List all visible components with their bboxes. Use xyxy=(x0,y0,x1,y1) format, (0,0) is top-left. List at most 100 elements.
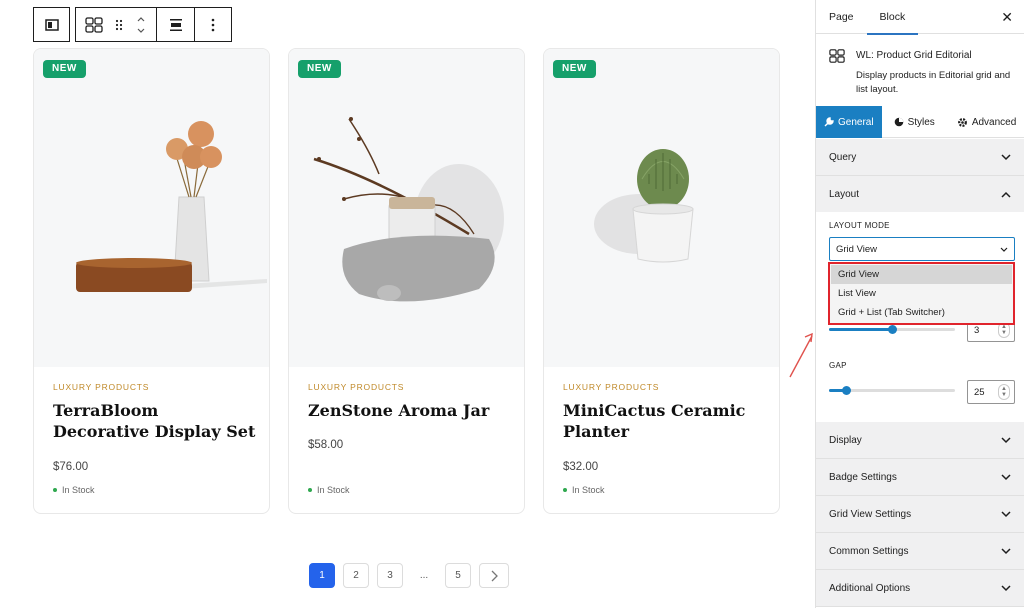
option-grid-view[interactable]: Grid View xyxy=(831,265,1012,284)
product-card[interactable]: NEW LUXURY PRODUCTS TerraBloom Decorativ… xyxy=(33,48,270,514)
panel-badge-settings[interactable]: Badge Settings xyxy=(816,459,1024,496)
stock-dot-icon xyxy=(563,488,567,492)
panel-grid-view-settings[interactable]: Grid View Settings xyxy=(816,496,1024,533)
layout-mode-select[interactable]: Grid View xyxy=(829,237,1015,261)
stock-status: In Stock xyxy=(563,485,605,495)
tab-page[interactable]: Page xyxy=(816,0,867,34)
panel-display[interactable]: Display xyxy=(816,422,1024,459)
page-1-button[interactable]: 1 xyxy=(309,563,335,588)
stock-status: In Stock xyxy=(308,485,350,495)
panel-layout-label: Layout xyxy=(829,188,860,200)
panel-additional-options[interactable]: Additional Options xyxy=(816,570,1024,607)
columns-value: 3 xyxy=(974,324,980,336)
panel-query[interactable]: Query xyxy=(816,139,1024,176)
next-page-button[interactable] xyxy=(479,563,509,588)
annotation-arrow-icon xyxy=(789,332,813,378)
block-grid-icon xyxy=(829,49,845,63)
product-title[interactable]: TerraBloom Decorative Display Set xyxy=(53,400,258,442)
aroma-jar-illustration xyxy=(313,117,504,302)
toolbar-group-block xyxy=(75,7,157,42)
new-badge: NEW xyxy=(298,60,341,78)
panel-tabs: General Styles Advanced xyxy=(816,106,1024,138)
editor-canvas: NEW LUXURY PRODUCTS TerraBloom Decorativ… xyxy=(0,0,813,608)
product-image[interactable]: NEW xyxy=(289,49,524,367)
sidebar-tabs: Page Block ✕ xyxy=(816,0,1024,35)
toolbar-group-align xyxy=(156,7,195,42)
block-toolbar xyxy=(33,7,232,42)
panel-common-label: Common Settings xyxy=(829,545,909,557)
gear-icon xyxy=(957,117,967,127)
panel-layout[interactable]: Layout xyxy=(816,176,1024,213)
stock-dot-icon xyxy=(53,488,57,492)
more-options-icon[interactable] xyxy=(195,8,231,41)
drag-handle-icon[interactable] xyxy=(112,8,126,41)
tab-styles-label: Styles xyxy=(907,116,935,128)
product-title[interactable]: MiniCactus Ceramic Planter xyxy=(563,400,768,442)
pagination: 1 2 3 ... 5 xyxy=(309,563,517,588)
tab-advanced-label: Advanced xyxy=(971,116,1017,128)
tab-styles[interactable]: Styles xyxy=(882,106,943,138)
block-type-icon[interactable] xyxy=(34,8,69,41)
stock-label: In Stock xyxy=(317,485,350,495)
product-image[interactable]: NEW xyxy=(34,49,269,367)
chevron-down-icon xyxy=(1001,436,1011,443)
stock-status: In Stock xyxy=(53,485,95,495)
columns-slider[interactable] xyxy=(829,325,955,334)
product-category[interactable]: LUXURY PRODUCTS xyxy=(308,382,404,392)
chevron-right-icon xyxy=(491,570,498,581)
page-3-button[interactable]: 3 xyxy=(377,563,403,588)
palette-icon xyxy=(894,117,903,127)
align-icon[interactable] xyxy=(157,8,194,41)
grid-layout-icon[interactable] xyxy=(76,8,112,41)
page-2-button[interactable]: 2 xyxy=(343,563,369,588)
close-icon[interactable]: ✕ xyxy=(1001,9,1013,26)
chevron-down-icon xyxy=(1001,510,1011,517)
chevron-down-icon xyxy=(1000,247,1008,252)
display-set-illustration xyxy=(76,121,267,292)
gap-input[interactable]: 25 ▲ ▼ xyxy=(967,380,1015,404)
gap-slider-thumb[interactable] xyxy=(842,386,851,395)
new-badge: NEW xyxy=(553,60,596,78)
product-price: $32.00 xyxy=(563,461,599,473)
page-ellipsis: ... xyxy=(419,570,429,581)
columns-slider-thumb[interactable] xyxy=(888,325,897,334)
product-price: $76.00 xyxy=(53,461,89,473)
panel-additional-label: Additional Options xyxy=(829,582,911,594)
stock-dot-icon xyxy=(308,488,312,492)
stock-label: In Stock xyxy=(62,485,95,495)
product-card[interactable]: NEW LUXURY PRODUCTS MiniCactus Ceramic P… xyxy=(543,48,780,514)
gap-value: 25 xyxy=(974,386,985,398)
gap-slider[interactable] xyxy=(829,386,955,395)
columns-slider-fill xyxy=(829,328,892,331)
product-price: $58.00 xyxy=(308,439,344,451)
product-card[interactable]: NEW LUXURY PRODUCTS ZenStone Aroma Jar $… xyxy=(288,48,525,514)
page-5-button[interactable]: 5 xyxy=(445,563,471,588)
chevron-down-icon xyxy=(1001,153,1011,160)
product-title[interactable]: ZenStone Aroma Jar xyxy=(308,400,513,421)
tab-advanced[interactable]: Advanced xyxy=(943,106,1024,138)
block-description: Display products in Editorial grid and l… xyxy=(856,70,1011,95)
layout-mode-dropdown: Grid View List View Grid + List (Tab Swi… xyxy=(828,262,1015,325)
tab-general[interactable]: General xyxy=(816,106,882,138)
toolbar-group-more xyxy=(194,7,232,42)
panel-display-label: Display xyxy=(829,434,862,446)
product-category[interactable]: LUXURY PRODUCTS xyxy=(53,382,149,392)
gap-stepper-icon[interactable]: ▲ ▼ xyxy=(998,384,1010,400)
panel-query-label: Query xyxy=(829,151,857,163)
product-image[interactable]: NEW xyxy=(544,49,779,367)
stock-label: In Stock xyxy=(572,485,605,495)
cactus-planter-illustration xyxy=(594,149,694,263)
toolbar-group-parent xyxy=(33,7,70,42)
option-list-view[interactable]: List View xyxy=(831,284,1012,303)
tab-general-label: General xyxy=(838,116,874,128)
move-up-down-icon[interactable] xyxy=(126,8,156,41)
panel-common-settings[interactable]: Common Settings xyxy=(816,533,1024,570)
chevron-down-icon xyxy=(1001,473,1011,480)
option-grid-list-tab-switcher[interactable]: Grid + List (Tab Switcher) xyxy=(831,303,1012,322)
layout-mode-value: Grid View xyxy=(836,243,878,255)
wrench-icon xyxy=(824,117,834,127)
gap-label: GAP xyxy=(829,361,847,370)
tab-block[interactable]: Block xyxy=(866,0,919,35)
product-category[interactable]: LUXURY PRODUCTS xyxy=(563,382,659,392)
panel-grid-view-label: Grid View Settings xyxy=(829,508,912,520)
